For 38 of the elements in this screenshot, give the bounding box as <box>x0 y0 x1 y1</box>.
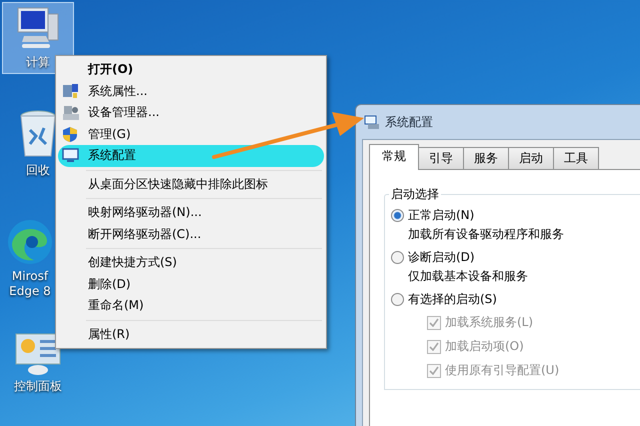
tab[interactable]: 工具 <box>553 147 599 170</box>
desktop-icon-label[interactable]: Mirosf Edge 8 <box>9 269 51 299</box>
menu-item[interactable]: 管理(G) <box>58 124 324 145</box>
window-title: 系统配置 <box>385 114 433 130</box>
menu-item[interactable]: 系统配置 <box>58 145 324 166</box>
menu-item[interactable]: 重命名(M) <box>58 295 324 316</box>
tab[interactable]: 服务 <box>463 147 509 170</box>
radio-button[interactable] <box>391 251 404 264</box>
tab[interactable]: 常规 <box>369 144 419 170</box>
menu-item[interactable]: 设备管理器... <box>58 102 324 124</box>
radio-button[interactable] <box>391 293 404 306</box>
device-manager-icon <box>62 104 80 121</box>
menu-item[interactable]: 属性(R) <box>58 324 324 345</box>
radio-label: 正常启动(N) <box>408 207 474 224</box>
desktop-icon-label[interactable]: 回收 <box>26 163 50 178</box>
tab[interactable]: 启动 <box>508 147 554 170</box>
tab[interactable]: 引导 <box>418 147 464 170</box>
group-title: 启动选择 <box>390 186 440 203</box>
menu-item[interactable]: 系统属性... <box>58 80 324 102</box>
menu-item[interactable]: 删除(D) <box>58 274 324 295</box>
menu-item[interactable]: 从桌面分区快速隐藏中排除此图标 <box>58 174 324 195</box>
monitor-icon <box>62 148 79 164</box>
menu-item[interactable]: 断开网络驱动器(C)... <box>58 224 324 245</box>
menu-item[interactable]: 创建快捷方式(S) <box>58 252 324 274</box>
checkbox-label: 加载系统服务(L) <box>445 314 534 331</box>
option-description: 加载所有设备驱动程序和服务 <box>408 226 565 243</box>
menu-item[interactable]: 打开(O) <box>58 59 324 80</box>
radio-label: 诊断启动(D) <box>408 249 475 266</box>
system-properties-icon <box>62 83 80 100</box>
browser-logo-icon <box>6 218 54 266</box>
radio-label: 有选择的启动(S) <box>408 291 497 308</box>
checkbox-label: 加载启动项(O) <box>445 338 524 355</box>
radio-button[interactable] <box>391 209 404 222</box>
option-description: 仅加载基本设备和服务 <box>408 268 529 285</box>
checkbox-label: 使用原有引导配置(U) <box>445 362 560 379</box>
shield-icon <box>62 126 78 143</box>
system-config-icon <box>364 114 380 130</box>
menu-item[interactable]: 映射网络驱动器(N)... <box>58 202 324 224</box>
